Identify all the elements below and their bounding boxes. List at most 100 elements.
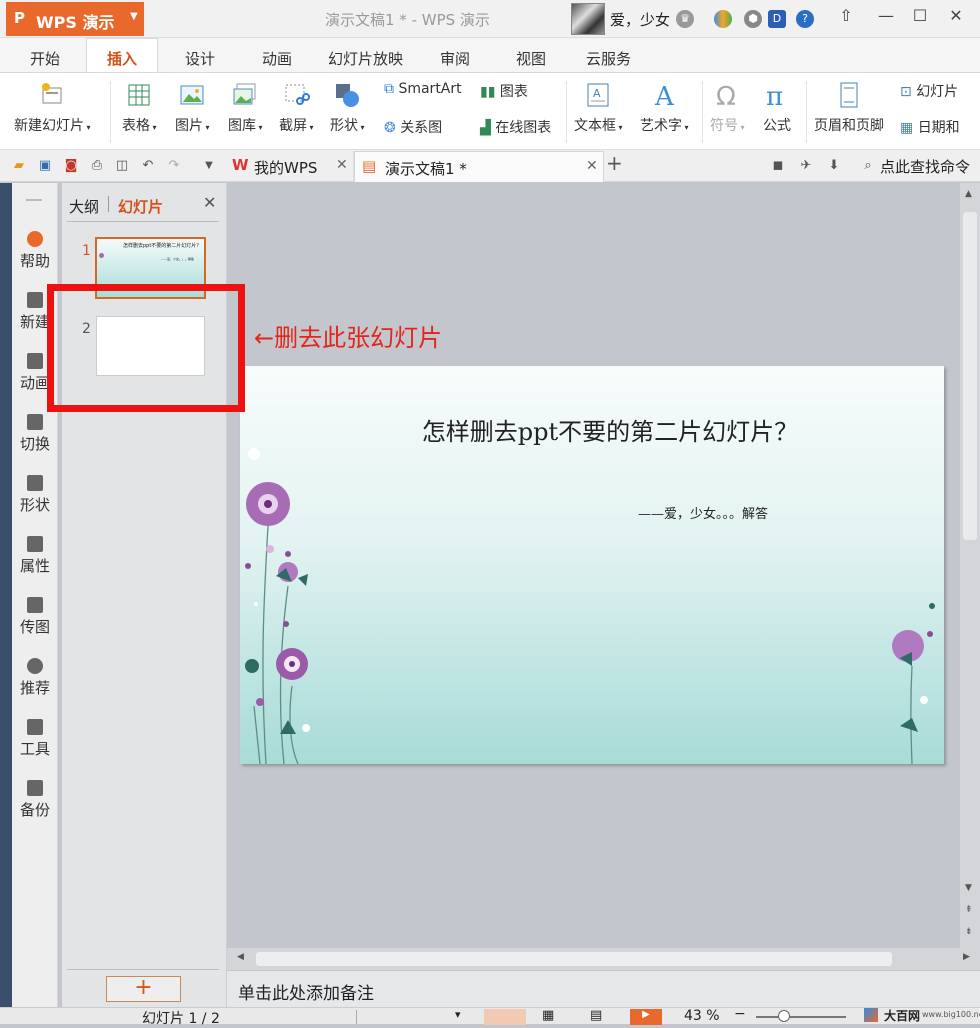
svg-text:Ω: Ω: [716, 82, 736, 109]
print-preview-icon[interactable]: ◫: [114, 158, 130, 174]
search-input[interactable]: 点此查找命令: [880, 156, 970, 177]
sidebar-item-backup[interactable]: 备份: [12, 780, 58, 820]
wordart-button[interactable]: A 艺术字 ▾: [640, 81, 689, 135]
scissors-icon: [285, 84, 311, 105]
tab-current-doc[interactable]: ▤ 演示文稿1 * ✕: [354, 151, 604, 182]
sidebar-item-properties[interactable]: 属性: [12, 536, 58, 576]
tab-insert[interactable]: 插入: [86, 38, 158, 73]
close-tab-icon[interactable]: ✕: [586, 158, 598, 174]
new-slide-button[interactable]: 新建幻灯片 ▾: [14, 81, 91, 135]
picture-label: 图片: [175, 118, 203, 134]
pin-icon[interactable]: ✈: [798, 158, 814, 174]
horizontal-scroll-thumb[interactable]: [256, 952, 892, 966]
zoom-slider[interactable]: [756, 1016, 846, 1018]
skin-icon[interactable]: [714, 10, 732, 28]
user-name[interactable]: 爱，少女: [610, 9, 670, 30]
chevron-down-icon[interactable]: ▼: [201, 158, 217, 174]
pi-icon: π: [766, 82, 783, 109]
tab-cloud[interactable]: 云服务: [586, 48, 631, 69]
feedback-icon[interactable]: D: [768, 10, 786, 28]
screenshot-label: 截屏: [279, 118, 307, 134]
sidebar-item-recommend[interactable]: 推荐: [12, 658, 58, 698]
new-doc-icon: [27, 292, 43, 308]
new-tab-button[interactable]: +: [606, 153, 623, 173]
relation-button[interactable]: ❂ 关系图: [384, 117, 442, 137]
tab-review[interactable]: 审阅: [440, 48, 470, 69]
vip-crown-icon[interactable]: ♛: [676, 10, 694, 28]
watermark-url: www.big100.net: [922, 1010, 980, 1019]
smartart-button[interactable]: ⧉ SmartArt: [384, 81, 462, 97]
sidebar-item-upload-image[interactable]: 传图: [12, 597, 58, 637]
tab-design[interactable]: 设计: [185, 48, 215, 69]
svg-text:A: A: [593, 87, 601, 100]
sidebar-item-shape[interactable]: 形状: [12, 475, 58, 515]
close-panel-icon[interactable]: ✕: [203, 193, 216, 212]
export-pdf-icon[interactable]: ◙: [63, 158, 79, 174]
tab-outline[interactable]: 大纲: [69, 196, 99, 217]
help-icon: [27, 231, 43, 247]
header-footer-button[interactable]: 页眉和页脚: [814, 81, 884, 135]
thumb-subtitle: ——爱，少女。。。解答: [161, 257, 195, 261]
print-icon[interactable]: ⎙: [89, 158, 105, 174]
screenshot-button[interactable]: 截屏 ▾: [279, 81, 314, 135]
help-icon[interactable]: ?: [796, 10, 814, 28]
notes-pane[interactable]: 单击此处添加备注: [227, 971, 980, 1007]
formula-button[interactable]: π 公式: [763, 81, 791, 135]
shape-button[interactable]: 形状 ▾: [330, 81, 365, 135]
table-button[interactable]: 表格 ▾: [122, 81, 157, 135]
add-slide-button[interactable]: +: [106, 976, 181, 1002]
online-chart-button[interactable]: ▟ 在线图表: [480, 117, 551, 137]
restore-icon[interactable]: ⇧: [834, 6, 858, 25]
redo-icon[interactable]: ↷: [166, 158, 182, 174]
download-icon[interactable]: ⬇: [826, 158, 842, 174]
sidebar-item-help[interactable]: 帮助: [12, 231, 58, 271]
picture-button[interactable]: 图片 ▾: [175, 81, 210, 135]
thumb-title: 怎样删去ppt不要的第二片幻灯片？: [123, 243, 202, 249]
tab-view[interactable]: 视图: [516, 48, 546, 69]
slide-sorter-icon[interactable]: ▦: [542, 1008, 554, 1023]
svg-text:π: π: [766, 82, 783, 109]
textbox-button[interactable]: A 文本框 ▾: [574, 81, 623, 135]
gallery-button[interactable]: 图库 ▾: [228, 81, 263, 135]
slide-title[interactable]: 怎样删去ppt不要的第二片幻灯片？: [240, 412, 980, 447]
save-icon[interactable]: ▣: [37, 158, 53, 174]
minimize-button[interactable]: —: [874, 6, 898, 25]
tab-animation[interactable]: 动画: [262, 48, 292, 69]
tab-my-wps[interactable]: W 我的WPS ✕: [224, 151, 354, 181]
zoom-slider-handle[interactable]: [778, 1010, 790, 1022]
textbox-icon: A: [587, 83, 609, 107]
zoom-out-button[interactable]: −: [734, 1006, 746, 1022]
slide-number-button[interactable]: ⊡ 幻灯片: [900, 81, 958, 101]
undo-icon[interactable]: ↶: [140, 158, 156, 174]
zoom-level[interactable]: 43 %: [684, 1008, 720, 1024]
slide-subtitle[interactable]: ——爱，少女。。。解答: [638, 503, 768, 522]
symbol-label: 符号: [710, 118, 738, 134]
date-button[interactable]: ▦ 日期和: [900, 117, 960, 137]
dropdown-icon[interactable]: ▾: [455, 1008, 461, 1021]
vertical-scroll-thumb[interactable]: [963, 212, 977, 540]
play-button[interactable]: ▶: [630, 1009, 662, 1025]
sidebar-item-tools[interactable]: 工具: [12, 719, 58, 759]
comment-icon[interactable]: ◼: [770, 158, 786, 174]
tab-slideshow[interactable]: 幻灯片放映: [328, 48, 403, 69]
notes-placeholder[interactable]: 单击此处添加备注: [238, 979, 374, 1004]
slide-counter: 幻灯片 1 / 2: [142, 1011, 220, 1027]
reading-view-icon[interactable]: ▤: [590, 1008, 602, 1023]
tab-slides[interactable]: 幻灯片: [118, 196, 163, 217]
scroll-up-icon: ▲: [965, 189, 972, 199]
open-icon[interactable]: ▰: [11, 158, 27, 174]
app-menu-button[interactable]: P WPS 演示 ▼: [6, 2, 144, 36]
maximize-button[interactable]: ☐: [908, 6, 932, 25]
image-upload-icon: [27, 597, 43, 613]
slide-number-label: 幻灯片: [916, 84, 959, 100]
sidebar-item-transition[interactable]: 切换: [12, 414, 58, 454]
normal-view-button[interactable]: [484, 1009, 526, 1025]
close-tab-icon[interactable]: ✕: [336, 157, 348, 173]
settings-icon[interactable]: ⬢: [744, 10, 762, 28]
close-button[interactable]: ✕: [944, 6, 968, 25]
avatar[interactable]: [571, 3, 605, 35]
tab-home[interactable]: 开始: [30, 48, 60, 69]
symbol-button[interactable]: Ω 符号 ▾: [710, 81, 745, 135]
chart-button[interactable]: ▮▮ 图表: [480, 81, 528, 101]
properties-icon: [27, 536, 43, 552]
